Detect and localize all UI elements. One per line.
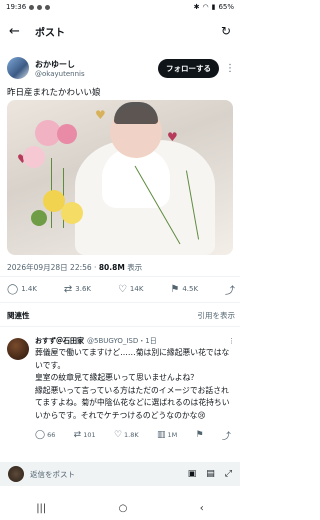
back-icon[interactable]: ‹: [200, 503, 204, 514]
share-button[interactable]: ⤴: [225, 282, 235, 297]
views-icon: ▥: [156, 430, 166, 441]
post-meta: 2026年09月28日 22:56 · 80.8M 表示: [7, 263, 143, 272]
refresh-icon[interactable]: ↻: [221, 24, 231, 38]
follow-button[interactable]: フォローする: [158, 58, 219, 78]
more-icon[interactable]: ⋮: [225, 63, 235, 74]
cap-shape: [114, 102, 158, 124]
reply-like-count: 1.8K: [124, 431, 139, 440]
avatar: [8, 466, 24, 482]
avatar[interactable]: [7, 338, 29, 360]
like-count: 14K: [129, 285, 144, 293]
reply-item[interactable]: おすず＠石田家 @5BUGYO_ISD・1日 ⋮ 葬儀屋で働いてますけど……菊は…: [7, 336, 235, 442]
share-icon: ⤴: [221, 431, 231, 442]
back-arrow-icon[interactable]: ←: [9, 24, 25, 39]
status-bar: 19:36 ✱ ◠ ▮ 65%: [0, 0, 240, 14]
post-image[interactable]: ♥ ♥ ♥: [7, 100, 233, 255]
post-actions: ◯ 1.4K ⇄ 3.6K ♡ 14K ⚑ 4.5K ⤴: [7, 280, 235, 298]
repost-icon: ⇄: [73, 430, 82, 441]
notification-icon: [29, 4, 35, 10]
post-date: 2026年09月28日 22:56: [7, 263, 92, 272]
page-title: ポスト: [35, 27, 65, 39]
notification-icon: [45, 4, 51, 10]
author-handle[interactable]: @okayutennis: [35, 70, 85, 78]
reply-view-count: 1M: [167, 431, 178, 440]
bouquet: [21, 118, 91, 228]
repost-icon: ⇄: [63, 283, 73, 295]
view-count: 80.8M: [98, 263, 125, 272]
sort-relevance-toggle[interactable]: 関連性: [7, 310, 30, 321]
reply-repost-count: 101: [83, 431, 96, 440]
repost-button[interactable]: ⇄ 3.6K: [64, 284, 91, 295]
heart-icon: ♡: [117, 283, 127, 295]
reply-author-handle[interactable]: @5BUGYO_ISD・1日: [87, 336, 157, 346]
reply-count: 1.4K: [21, 285, 37, 293]
wifi-icon: ◠: [202, 3, 209, 11]
reply-icon: ◯: [7, 283, 19, 295]
top-bar: ← ポスト ↻: [0, 18, 240, 44]
image-icon[interactable]: ▣: [188, 469, 197, 479]
reply-composer[interactable]: 返信をポスト ▣ ▤ ⤢: [0, 462, 240, 486]
more-icon[interactable]: ⋮: [228, 337, 235, 345]
home-icon[interactable]: ○: [119, 503, 128, 514]
reply-actions: ◯ 66 ⇄ 101 ♡ 1.8K ▥ 1M ⚑ ⤴: [35, 429, 235, 442]
view-label: 表示: [127, 263, 143, 272]
like-button[interactable]: ♡ 14K: [118, 284, 143, 295]
reply-share-button[interactable]: ⤴: [222, 429, 231, 442]
divider: [0, 326, 240, 327]
reply-icon: ◯: [35, 430, 46, 441]
reply-sort-bar: 関連性 引用を表示: [7, 310, 235, 321]
battery-level: 65%: [218, 3, 234, 11]
reply-reply-button[interactable]: ◯ 66: [35, 429, 55, 442]
post-author: おかゆーし @okayutennis フォローする ⋮: [7, 55, 235, 81]
bluetooth-icon: ✱: [193, 3, 200, 11]
reply-text: 葬儀屋で働いてますけど……菊は別に縁起悪い花ではないです。 皇室の紋章見て縁起悪…: [35, 348, 230, 420]
reply-author-name[interactable]: おすず＠石田家: [35, 336, 84, 346]
system-nav-bar: ||| ○ ‹: [0, 496, 240, 520]
gif-icon[interactable]: ▤: [206, 469, 215, 479]
heart-decoration: ♥: [95, 108, 106, 122]
notification-icon: [37, 4, 43, 10]
divider: [0, 302, 240, 303]
share-icon: ⤴: [224, 285, 235, 297]
expand-icon[interactable]: ⤢: [225, 469, 232, 479]
heart-decoration: ♥: [167, 130, 178, 144]
author-display-name[interactable]: おかゆーし: [35, 59, 85, 70]
battery-icon: ▮: [211, 3, 216, 11]
reply-views-button[interactable]: ▥ 1M: [157, 429, 177, 442]
reply-repost-button[interactable]: ⇄ 101: [74, 429, 96, 442]
heart-icon: ♡: [113, 430, 123, 441]
status-time: 19:36: [6, 3, 27, 11]
reply-input[interactable]: 返信をポスト: [30, 469, 75, 480]
reply-bookmark-button[interactable]: ⚑: [196, 429, 204, 442]
view-quotes-link[interactable]: 引用を表示: [198, 310, 236, 321]
reply-reply-count: 66: [47, 431, 56, 440]
post-text: 昨日産まれたかわいい娘: [7, 88, 101, 98]
reply-like-button[interactable]: ♡ 1.8K: [114, 429, 139, 442]
bookmark-icon: ⚑: [195, 430, 204, 441]
bookmark-count: 4.5K: [182, 285, 199, 293]
reply-button[interactable]: ◯ 1.4K: [7, 284, 37, 295]
bookmark-icon: ⚑: [170, 283, 180, 295]
repost-count: 3.6K: [75, 285, 91, 293]
avatar[interactable]: [7, 57, 29, 79]
bookmark-button[interactable]: ⚑ 4.5K: [170, 284, 198, 295]
recent-apps-icon[interactable]: |||: [36, 503, 46, 514]
divider: [0, 276, 240, 277]
